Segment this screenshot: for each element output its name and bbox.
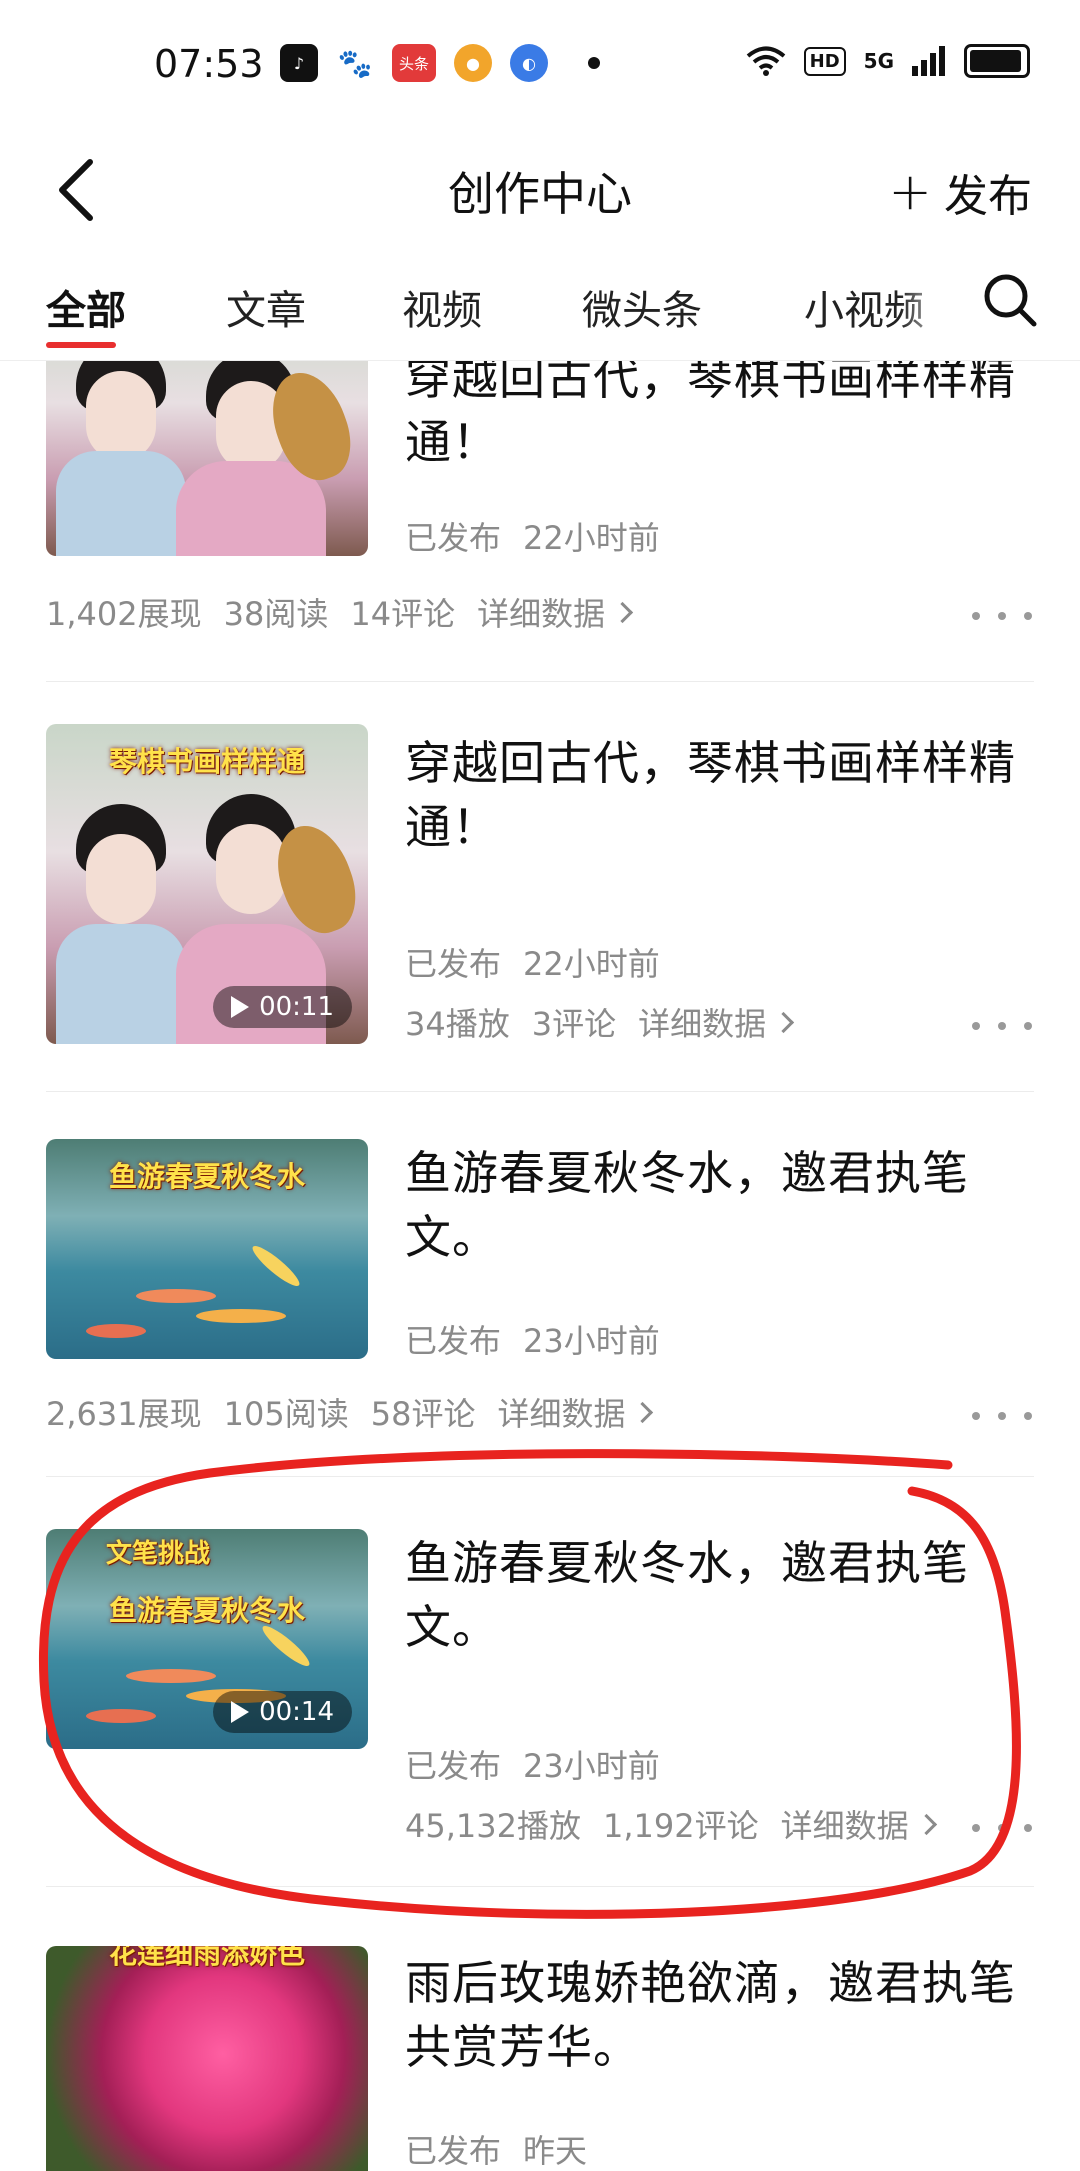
item-title[interactable]: 穿越回古代，琴棋书画样样精通！ xyxy=(405,361,1025,474)
plus-icon: + xyxy=(888,162,932,222)
comments: 3评论 xyxy=(531,1005,617,1043)
battery-icon xyxy=(964,44,1030,78)
plays: 34播放 xyxy=(405,1005,510,1043)
network-type: 5G xyxy=(863,49,894,73)
publish-button[interactable]: + 发布 xyxy=(888,160,1032,224)
divider xyxy=(46,1886,1034,1887)
signal-icon xyxy=(912,46,945,76)
article-thumbnail xyxy=(46,361,368,556)
thumbnail-caption: 鱼游春夏秋冬水 xyxy=(108,1594,305,1627)
publish-status: 已发布 23小时前 xyxy=(405,1322,660,1360)
divider xyxy=(46,1476,1034,1477)
content-tabs: 全部 文章 视频 微头条 小视频 xyxy=(0,240,1080,361)
thumbnail-caption: 琴棋书画样样通 xyxy=(108,745,305,778)
status-bar: 07:53 ♪ 🐾 头条 ● ◐ HD 5G xyxy=(0,0,1080,140)
item-title[interactable]: 雨后玫瑰娇艳欲滴，邀君执笔共赏芳华。 xyxy=(405,1951,1025,2079)
plays: 45,132播放 xyxy=(405,1807,581,1845)
impressions: 1,402展现 xyxy=(46,595,202,633)
notification-dot xyxy=(588,57,600,69)
play-icon xyxy=(231,996,250,1018)
item-stats: 2,631展现 105阅读 58评论 详细数据 xyxy=(46,1389,654,1435)
active-tab-indicator xyxy=(46,342,116,348)
chevron-right-icon xyxy=(612,601,634,623)
content-feed[interactable]: 穿越回古代，琴棋书画样样精通！ 已发布 22小时前 1,402展现 38阅读 14… xyxy=(0,361,1080,2171)
tiktok-icon: ♪ xyxy=(280,44,318,82)
tab-videos[interactable]: 视频 xyxy=(402,278,482,336)
publish-status: 已发布 昨天 xyxy=(405,2132,588,2170)
item-title[interactable]: 穿越回古代，琴棋书画样样精通！ xyxy=(405,731,1025,859)
publish-status: 已发布 22小时前 xyxy=(405,945,660,983)
detail-data-link[interactable]: 详细数据 xyxy=(497,1389,654,1435)
notification-icons: ♪ 🐾 头条 ● ◐ xyxy=(280,44,600,82)
more-options-icon[interactable] xyxy=(972,1401,1032,1431)
video-duration: 00:11 xyxy=(213,986,352,1028)
comments: 1,192评论 xyxy=(602,1807,759,1845)
article-thumbnail: 鱼游春夏秋冬水 xyxy=(46,1139,368,1359)
chevron-right-icon xyxy=(773,1011,795,1033)
tab-all[interactable]: 全部 xyxy=(46,278,126,336)
play-icon xyxy=(231,1701,250,1723)
item-stats: 34播放 3评论 详细数据 xyxy=(405,999,795,1045)
item-title[interactable]: 鱼游春夏秋冬水，邀君执笔文。 xyxy=(405,1531,1025,1659)
search-icon[interactable] xyxy=(980,270,1040,330)
detail-data-link[interactable]: 详细数据 xyxy=(781,1801,937,1847)
item-title[interactable]: 鱼游春夏秋冬水，邀君执笔文。 xyxy=(405,1141,1025,1269)
video-thumbnail: 文笔挑战 鱼游春夏秋冬水 00:14 xyxy=(46,1529,368,1749)
reads: 38阅读 xyxy=(223,595,329,633)
more-options-icon[interactable] xyxy=(972,601,1032,631)
app-icon: ◐ xyxy=(510,44,548,82)
status-time: 07:53 xyxy=(154,42,264,86)
reads: 105阅读 xyxy=(223,1395,349,1433)
nav-bar: 创作中心 + 发布 xyxy=(0,140,1080,240)
item-stats: 45,132播放 1,192评论 详细数据 xyxy=(405,1801,937,1847)
publish-status: 已发布 23小时前 xyxy=(405,1747,660,1785)
tab-fade xyxy=(900,260,990,350)
tab-micro-posts[interactable]: 微头条 xyxy=(582,278,702,336)
impressions: 2,631展现 xyxy=(46,1395,202,1433)
comments: 58评论 xyxy=(370,1395,476,1433)
publish-status: 已发布 22小时前 xyxy=(405,519,660,557)
thumbnail-caption: 鱼游春夏秋冬水 xyxy=(108,1160,305,1193)
more-options-icon[interactable] xyxy=(972,1813,1032,1843)
detail-data-link[interactable]: 详细数据 xyxy=(638,999,795,1045)
chevron-right-icon xyxy=(632,1401,654,1423)
article-thumbnail: 花莲细雨添娇色 xyxy=(46,1946,368,2171)
tab-articles[interactable]: 文章 xyxy=(226,278,306,336)
toutiao-icon: 头条 xyxy=(392,44,436,82)
challenge-tag: 文笔挑战 xyxy=(106,1539,211,1569)
thumbnail-caption: 花莲细雨添娇色 xyxy=(108,1946,305,1970)
wifi-icon xyxy=(746,46,785,76)
divider xyxy=(46,1091,1034,1092)
divider xyxy=(46,681,1034,682)
system-icons: HD 5G xyxy=(746,44,1030,78)
chevron-right-icon xyxy=(915,1813,937,1835)
video-thumbnail: 琴棋书画样样通 00:11 xyxy=(46,724,368,1044)
app-icon: ● xyxy=(454,44,492,82)
baidu-icon: 🐾 xyxy=(336,44,374,82)
detail-data-link[interactable]: 详细数据 xyxy=(477,589,634,635)
item-stats: 1,402展现 38阅读 14评论 详细数据 xyxy=(46,589,634,635)
publish-label: 发布 xyxy=(944,171,1032,222)
video-duration: 00:14 xyxy=(213,1691,352,1733)
comments: 14评论 xyxy=(350,595,456,633)
more-options-icon[interactable] xyxy=(972,1011,1032,1041)
hd-icon: HD xyxy=(803,46,846,76)
